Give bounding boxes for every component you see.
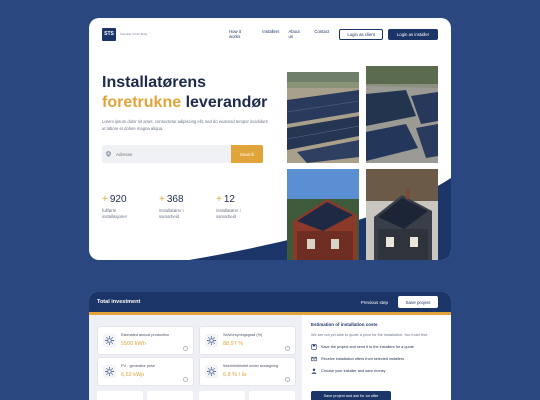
- hero-title-accent: foretrukne: [102, 94, 182, 111]
- mail-icon: [311, 356, 317, 362]
- info-icon[interactable]: [183, 377, 188, 382]
- metric-tile-placeholder: [147, 391, 193, 400]
- nav-links: How it works Installers About us Contact: [229, 29, 329, 39]
- logo[interactable]: STS Solceller til Din Bolig: [102, 27, 156, 41]
- sun-icon: [103, 365, 116, 378]
- sun-icon: [103, 334, 116, 347]
- estimation-text: We are not yet able to quote a price for…: [311, 333, 428, 337]
- save-icon: [311, 344, 317, 350]
- investment-header: Total investment Previous step Save proj…: [89, 292, 451, 312]
- metric-value: 88,97 %: [223, 341, 244, 347]
- metric-tile-electricity: Ikke/elektrisitet under avslagning 6,8 %…: [199, 357, 296, 386]
- hero-description: Lorem ipsum dolor sit amet, consectetur …: [102, 119, 268, 131]
- step-label: Choose your installer and save money: [321, 369, 386, 373]
- metrics-panel: Estimated annual production 5500 kWh Sel…: [89, 315, 302, 400]
- investment-title: Total investment: [97, 299, 141, 305]
- nav-link-about-us[interactable]: About us: [288, 29, 305, 39]
- save-project-button[interactable]: Save project: [398, 296, 438, 308]
- metric-label: Ikke/elektrisitet under avslagning: [223, 364, 279, 368]
- hero-title: Installatørens foretrukne leverandør: [102, 73, 277, 113]
- metric-tile-placeholder: [97, 391, 143, 400]
- nav-link-installers[interactable]: Installers: [262, 29, 279, 39]
- stats-row: +920 fullførte installasjoner +368 insta…: [102, 194, 273, 220]
- location-pin-icon: [106, 151, 111, 157]
- stat-plus: +: [159, 194, 165, 205]
- info-icon[interactable]: [183, 346, 188, 351]
- address-input[interactable]: [116, 151, 231, 157]
- solar-roof-closeup-photo: [366, 66, 438, 163]
- sun-icon: [205, 365, 218, 378]
- investment-card: Total investment Previous step Save proj…: [89, 292, 451, 400]
- logo-tagline: Solceller til Din Bolig: [120, 32, 148, 36]
- info-icon[interactable]: [285, 346, 290, 351]
- stat-label: installatører i samarbeid: [159, 208, 184, 219]
- user-icon: [311, 368, 317, 374]
- search-button[interactable]: Search: [231, 145, 263, 163]
- metric-label: Selvforsyningsgrad (%): [223, 333, 263, 337]
- estimation-title: Estimation of installation costs: [311, 322, 378, 327]
- dark-house-solar-photo: [366, 169, 438, 260]
- metric-tile-annual-production: Estimated annual production 5500 kWh: [97, 326, 194, 355]
- metric-tile-pv-generator: PV - generator peke 6,62 kWp: [97, 357, 194, 386]
- metric-tile-placeholder: [199, 391, 245, 400]
- metric-value: 5500 kWh: [121, 341, 146, 347]
- step-label: Receive installation offers from selecte…: [321, 357, 405, 361]
- step-item: Save the project and send it to the inst…: [311, 344, 446, 350]
- sun-icon: [205, 334, 218, 347]
- step-label: Save the project and send it to the inst…: [321, 345, 414, 349]
- nav-link-how-it-works[interactable]: How it works: [229, 29, 253, 39]
- stat-installers: +368 installatører i samarbeid: [159, 194, 216, 220]
- logo-mark: STS: [102, 27, 116, 41]
- login-installer-button[interactable]: Login as installer: [388, 28, 438, 40]
- info-icon[interactable]: [285, 377, 290, 382]
- stat-plus: +: [216, 194, 222, 205]
- stat-label: installatører i samarbeid: [216, 208, 241, 219]
- landing-card: STS Solceller til Din Bolig How it works…: [89, 18, 451, 260]
- stat-value: 12: [223, 194, 235, 205]
- previous-step-button[interactable]: Previous step: [361, 300, 388, 305]
- stat-label: fullførte installasjoner: [102, 208, 128, 219]
- estimation-panel: Estimation of installation costs We are …: [311, 322, 446, 374]
- stat-plus: +: [102, 194, 108, 205]
- stat-partners: +12 installatører i samarbeid: [216, 194, 273, 220]
- ask-offer-button[interactable]: Save project and ask for an offer: [311, 391, 391, 400]
- step-item: Choose your installer and save money: [311, 368, 446, 374]
- stat-value: 368: [166, 194, 184, 205]
- metric-label: Estimated annual production: [121, 333, 170, 337]
- hero-title-part2: leverandør: [185, 94, 268, 111]
- metric-tile-self-sufficiency: Selvforsyningsgrad (%) 88,97 %: [199, 326, 296, 355]
- red-house-solar-photo: [287, 169, 359, 260]
- stat-completed: +920 fullførte installasjoner: [102, 194, 159, 220]
- step-item: Receive installation offers from selecte…: [311, 356, 446, 362]
- address-search: Search: [102, 145, 263, 163]
- solar-field-photo: [287, 72, 359, 163]
- hero-title-part1: Installatørens: [102, 74, 207, 91]
- metric-tile-placeholder: [249, 391, 295, 400]
- metric-label: PV - generator peke: [121, 364, 155, 368]
- metric-value: 6,8 % / år: [223, 372, 247, 378]
- metric-value: 6,62 kWp: [121, 372, 145, 378]
- nav-link-contact[interactable]: Contact: [314, 29, 329, 39]
- login-client-button[interactable]: Login as client: [339, 28, 384, 40]
- top-nav: STS Solceller til Din Bolig How it works…: [102, 23, 438, 45]
- stat-value: 920: [109, 194, 127, 205]
